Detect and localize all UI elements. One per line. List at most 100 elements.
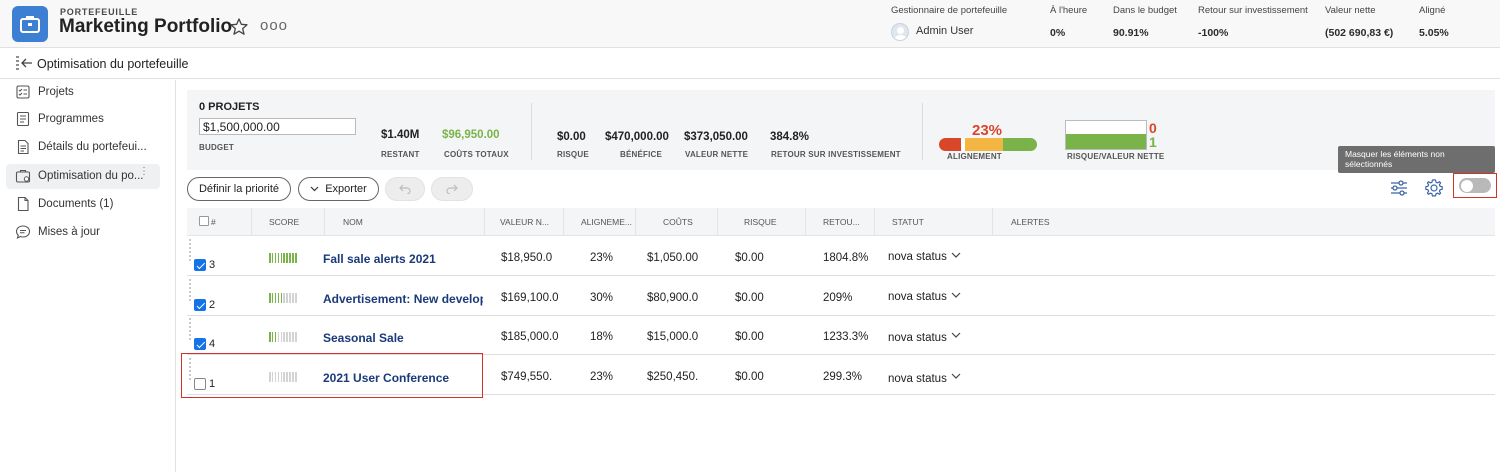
hide-unselected-toggle[interactable]	[1459, 178, 1491, 193]
select-all-checkbox[interactable]	[199, 216, 209, 226]
risk-value: $0.00	[557, 131, 586, 143]
sidebar-item-updates[interactable]: Mises à jour	[6, 220, 160, 245]
export-label: Exporter	[325, 183, 367, 195]
score-tick	[274, 253, 277, 263]
drag-handle-icon[interactable]: ⋮	[139, 167, 150, 177]
sidebar-item-label: Détails du portefeui...	[38, 141, 147, 153]
return-cell: 1804.8%	[823, 252, 869, 264]
chevron-down-icon	[310, 186, 319, 192]
portfolio-summary: 0 PROJETS BUDGET $1.40M RESTANT $96,950.…	[187, 90, 1495, 170]
undo-button[interactable]	[385, 177, 425, 201]
toggle-tooltip: Masquer les éléments non sélectionnés	[1338, 146, 1495, 173]
programs-icon	[16, 111, 30, 127]
score-tick	[286, 332, 288, 342]
roi-label: RETOUR SUR INVESTISSEMENT	[771, 150, 901, 159]
hide-unselected-toggle-highlight	[1453, 173, 1497, 198]
comment-icon	[15, 225, 31, 240]
section-title: Optimisation du portefeuille	[37, 57, 189, 71]
column-header-name[interactable]: NOM	[343, 208, 363, 236]
aligned-label: Aligné	[1419, 5, 1446, 16]
avatar[interactable]	[891, 23, 909, 41]
table-row[interactable]: 4 Seasonal Sale $185,000.0 18% $15,000.0…	[187, 316, 1495, 355]
net-value-label: Valeur nette	[1325, 5, 1376, 16]
alignment-cell: 30%	[590, 292, 614, 304]
column-separator	[874, 208, 875, 236]
score-tick	[283, 253, 286, 263]
column-header-net-value[interactable]: VALEUR N...	[500, 208, 549, 236]
alignment-percent: 23%	[972, 122, 1003, 139]
score-tick	[271, 332, 274, 342]
row-checkbox[interactable]	[194, 299, 206, 311]
score-tick	[280, 293, 283, 303]
alignment-cell: 23%	[590, 371, 614, 383]
gear-icon[interactable]	[1424, 178, 1444, 198]
project-name-link[interactable]: Fall sale alerts 2021	[323, 252, 483, 266]
chevron-down-icon[interactable]	[951, 372, 961, 380]
briefcase-icon[interactable]	[12, 6, 48, 42]
chevron-down-icon[interactable]	[951, 331, 961, 339]
project-name-link[interactable]: Seasonal Sale	[323, 331, 483, 345]
risk-cell: $0.00	[735, 331, 764, 343]
favorite-star-icon[interactable]	[229, 17, 249, 37]
net-value-cell: $169,100.0	[501, 292, 558, 304]
chevron-down-icon[interactable]	[951, 251, 961, 259]
costs-cell: $1,050.00	[647, 252, 699, 264]
sidebar-item-documents[interactable]: Documents (1)	[6, 192, 160, 217]
score-tick	[271, 253, 274, 263]
alignment-gauge	[939, 138, 1037, 151]
sidebar-item-optimization[interactable]: Optimisation du po... ⋮	[6, 164, 160, 189]
manager-name[interactable]: Admin User	[916, 25, 973, 37]
column-header-number[interactable]: #	[211, 208, 216, 236]
value-count: 1	[1149, 134, 1157, 150]
score-tick	[295, 253, 297, 263]
score-tick	[295, 293, 297, 303]
score-tick	[269, 293, 271, 303]
column-header-alerts[interactable]: ALERTES	[1011, 208, 1050, 236]
total-costs-value: $96,950.00	[442, 129, 500, 141]
on-time-label: À l'heure	[1050, 5, 1088, 16]
sidebar-item-details[interactable]: Détails du portefeui...	[6, 135, 160, 160]
more-options-icon[interactable]: ooo	[260, 17, 288, 34]
prioritize-button[interactable]: Définir la priorité	[187, 177, 291, 201]
chevron-down-icon[interactable]	[951, 291, 961, 299]
sidebar-item-programs[interactable]: Programmes	[6, 107, 160, 132]
column-header-return[interactable]: RETOU...	[823, 208, 860, 236]
roi-value: 384.8%	[770, 131, 810, 143]
row-drag-handle[interactable]	[189, 239, 192, 261]
table-row[interactable]: 3 Fall sale alerts 2021 $18,950.0 23% $1…	[187, 237, 1495, 276]
row-checkbox[interactable]	[194, 338, 206, 350]
column-separator	[563, 208, 564, 236]
table-row[interactable]: 2 Advertisement: New development $169,10…	[187, 277, 1495, 316]
row-drag-handle[interactable]	[189, 279, 192, 301]
score-tick	[289, 332, 291, 342]
filter-sliders-icon[interactable]	[1389, 178, 1409, 198]
score-tick	[277, 253, 280, 263]
row-checkbox[interactable]	[194, 259, 206, 271]
sidebar-item-projects[interactable]: Projets	[6, 80, 160, 105]
risk-value-gauge	[1065, 120, 1147, 150]
column-header-score[interactable]: SCORE	[269, 208, 299, 236]
status-dropdown[interactable]: nova status	[888, 332, 947, 344]
column-separator	[251, 208, 252, 236]
status-dropdown[interactable]: nova status	[888, 251, 947, 263]
status-dropdown[interactable]: nova status	[888, 373, 947, 385]
risk-cell: $0.00	[735, 252, 764, 264]
column-header-alignment[interactable]: ALIGNEME...	[581, 208, 632, 236]
sidebar-item-label: Programmes	[38, 113, 104, 125]
budget-input[interactable]	[199, 118, 356, 135]
alignment-cell: 18%	[590, 331, 614, 343]
collapse-left-icon[interactable]	[15, 56, 33, 70]
redo-icon	[446, 184, 458, 194]
risk-value-fill	[1066, 134, 1146, 149]
row-drag-handle[interactable]	[189, 318, 192, 340]
toggle-knob	[1461, 179, 1473, 192]
column-header-risk[interactable]: RISQUE	[744, 208, 777, 236]
redo-button[interactable]	[431, 177, 473, 201]
risk-cell: $0.00	[735, 292, 764, 304]
column-header-costs[interactable]: COÛTS	[663, 208, 693, 236]
export-button[interactable]: Exporter	[298, 177, 379, 201]
sidebar: Projets Programmes Détails du portefeui.…	[0, 80, 176, 472]
status-dropdown[interactable]: nova status	[888, 291, 947, 303]
project-name-link[interactable]: Advertisement: New development	[323, 292, 483, 306]
column-header-status[interactable]: STATUT	[892, 208, 924, 236]
